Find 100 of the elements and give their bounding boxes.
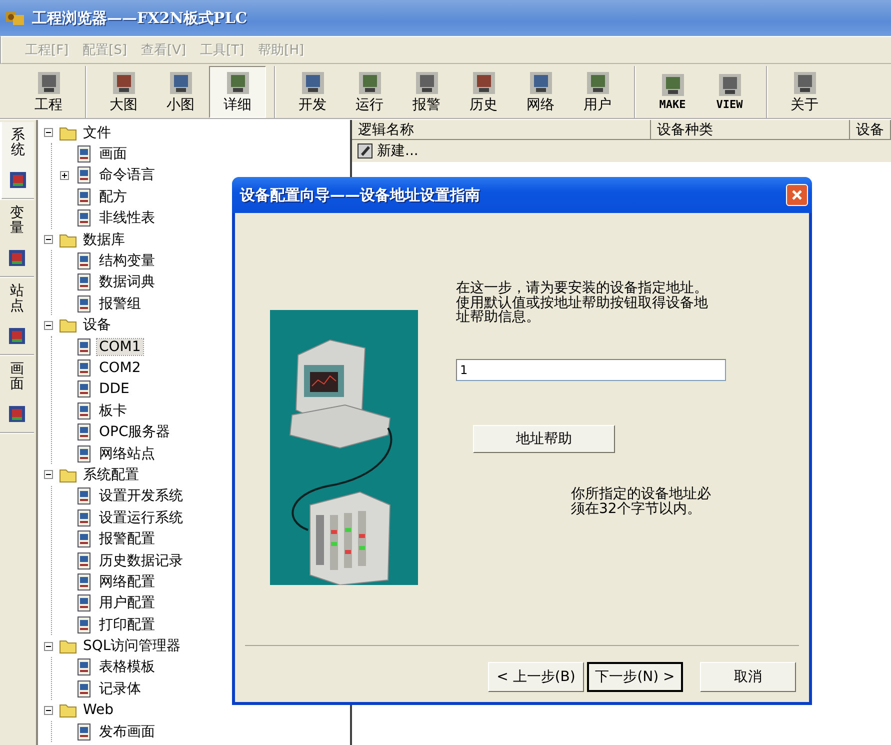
document-icon bbox=[75, 572, 93, 591]
expander-toggle[interactable] bbox=[44, 128, 53, 138]
tree-item[interactable]: 结构变量 bbox=[97, 252, 157, 270]
document-icon bbox=[75, 338, 93, 356]
toolbar-button[interactable]: 用户 bbox=[569, 66, 626, 118]
tile-icon bbox=[226, 70, 250, 94]
tree-item[interactable]: 命令语言 bbox=[97, 166, 157, 184]
tree-item[interactable]: 板卡 bbox=[97, 402, 129, 420]
tree-item[interactable]: 表格模板 bbox=[97, 658, 157, 676]
document-icon bbox=[75, 166, 93, 184]
tree-item[interactable]: 报警配置 bbox=[97, 530, 157, 548]
tree-item[interactable]: 配方 bbox=[97, 188, 129, 206]
tree-item[interactable]: 记录体 bbox=[97, 680, 143, 698]
document-icon bbox=[356, 142, 374, 160]
tree-item[interactable]: 用户配置 bbox=[97, 594, 157, 612]
tile-icon bbox=[472, 70, 496, 94]
tree-item[interactable]: SQL访问管理器 bbox=[81, 637, 183, 656]
tile-icon bbox=[8, 404, 26, 423]
document-icon bbox=[75, 508, 93, 527]
wizard-button[interactable]: 取消 bbox=[700, 662, 796, 692]
expander-toggle[interactable] bbox=[60, 170, 69, 180]
tile-icon bbox=[586, 70, 610, 94]
tile-icon bbox=[358, 70, 382, 94]
dialog-title: 设备配置向导——设备地址设置指南 bbox=[240, 186, 480, 204]
side-tab[interactable]: 变量 bbox=[0, 200, 34, 278]
address-field[interactable]: 1 bbox=[456, 359, 726, 382]
tree-item[interactable]: COM2 bbox=[97, 360, 143, 376]
document-icon bbox=[75, 552, 93, 570]
tile-icon bbox=[36, 70, 60, 94]
tree-item[interactable]: 打印配置 bbox=[97, 616, 157, 634]
document-icon bbox=[75, 402, 93, 420]
document-icon bbox=[75, 380, 93, 398]
document-icon bbox=[75, 358, 93, 377]
document-icon bbox=[75, 722, 93, 741]
tree-item[interactable]: OPC服务器 bbox=[97, 423, 172, 442]
tree-item[interactable]: Web bbox=[81, 702, 116, 718]
toolbar-button[interactable]: 历史 bbox=[455, 66, 512, 118]
close-icon bbox=[791, 189, 803, 201]
toolbar-button[interactable]: 报警 bbox=[398, 66, 455, 118]
side-tab[interactable]: 站点 bbox=[0, 278, 34, 356]
expander-toggle[interactable] bbox=[44, 320, 53, 330]
toolbar-button[interactable]: 大图 bbox=[95, 66, 152, 118]
document-icon bbox=[75, 252, 93, 270]
document-icon bbox=[75, 658, 93, 676]
toolbar-button[interactable]: 运行 bbox=[341, 66, 398, 118]
document-icon bbox=[75, 209, 93, 228]
expander-toggle[interactable] bbox=[44, 642, 53, 651]
wizard-button[interactable]: < 上一步(B) bbox=[488, 662, 584, 692]
tile-icon bbox=[660, 73, 684, 97]
note-text: 你所指定的设备地址必须在32个字节以内。 bbox=[571, 487, 712, 516]
tree-item[interactable]: 数据库 bbox=[81, 230, 127, 249]
expander-toggle[interactable] bbox=[44, 235, 53, 244]
document-icon bbox=[75, 616, 93, 634]
tree-item[interactable]: 文件 bbox=[81, 124, 113, 142]
tile-icon bbox=[718, 73, 742, 97]
document-icon bbox=[75, 273, 93, 292]
expander-toggle[interactable] bbox=[44, 706, 53, 715]
tree-item[interactable]: 设置开发系统 bbox=[97, 487, 185, 506]
document-icon bbox=[75, 145, 93, 164]
expander-toggle[interactable] bbox=[44, 470, 53, 480]
wizard-button[interactable]: 下一步(N) > bbox=[587, 662, 683, 692]
tile-icon bbox=[168, 70, 192, 94]
toolbar-button[interactable]: VIEW bbox=[701, 66, 758, 118]
toolbar-button[interactable]: 关于 bbox=[776, 66, 833, 118]
toolbar-button[interactable]: 工程 bbox=[20, 66, 77, 118]
tree-item[interactable]: 画面 bbox=[97, 145, 129, 164]
tree-item[interactable]: 非线性表 bbox=[97, 209, 157, 228]
tree-item[interactable]: DDE bbox=[97, 381, 132, 398]
tile-icon bbox=[9, 170, 27, 189]
close-button[interactable] bbox=[786, 184, 808, 206]
tree-item[interactable]: 设备 bbox=[81, 316, 113, 334]
toolbar-button[interactable]: 详细 bbox=[209, 66, 266, 118]
tile-icon bbox=[792, 70, 816, 94]
tree-item[interactable]: 报警组 bbox=[97, 294, 143, 313]
document-icon bbox=[75, 530, 93, 548]
side-tab[interactable]: 画面 bbox=[0, 356, 34, 434]
tile-icon bbox=[414, 70, 438, 94]
tile-icon bbox=[300, 70, 324, 94]
tree-item[interactable]: 发布画面 bbox=[97, 722, 157, 741]
toolbar-button[interactable]: 网络 bbox=[512, 66, 569, 118]
document-icon bbox=[75, 594, 93, 612]
tree-item[interactable]: 网络配置 bbox=[97, 572, 157, 591]
toolbar-button[interactable]: 开发 bbox=[284, 66, 341, 118]
tree-item[interactable]: 系统配置 bbox=[81, 466, 141, 484]
address-help-button[interactable]: 地址帮助 bbox=[473, 425, 615, 454]
tile-icon bbox=[528, 70, 552, 94]
document-icon bbox=[75, 680, 93, 698]
document-icon bbox=[75, 423, 93, 442]
side-tab[interactable]: 系统 bbox=[0, 122, 34, 200]
tree-item[interactable]: 设置运行系统 bbox=[97, 508, 185, 527]
toolbar-button[interactable]: MAKE bbox=[644, 66, 701, 118]
tree-item[interactable]: 历史数据记录 bbox=[97, 552, 185, 570]
document-icon bbox=[75, 294, 93, 313]
toolbar-button[interactable]: 小图 bbox=[152, 66, 209, 118]
list-item[interactable]: 新建... bbox=[377, 142, 418, 160]
tile-icon bbox=[112, 70, 136, 94]
tree-item[interactable]: 网络站点 bbox=[97, 444, 157, 463]
tree-item[interactable]: COM1 bbox=[97, 338, 143, 355]
document-icon bbox=[75, 444, 93, 463]
tree-item[interactable]: 数据词典 bbox=[97, 273, 157, 292]
